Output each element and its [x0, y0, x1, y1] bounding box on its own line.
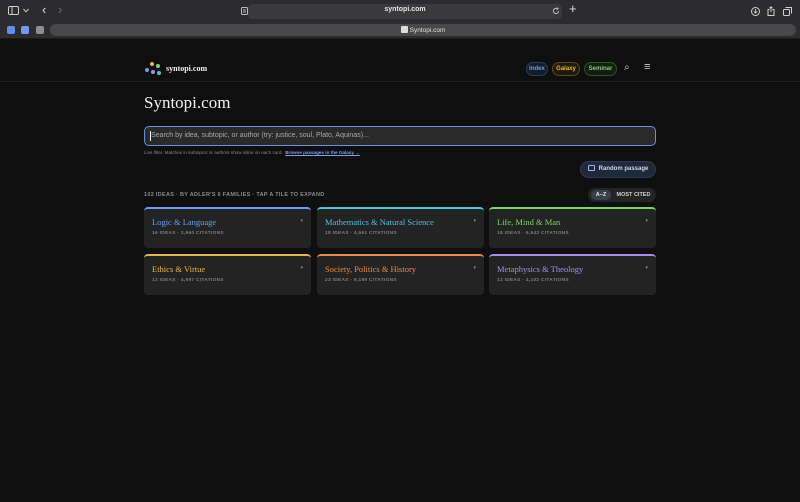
expand-icon: ▾ [473, 218, 476, 224]
expand-icon: ▾ [300, 218, 303, 224]
back-icon[interactable]: ‹ [42, 3, 46, 17]
forward-icon[interactable]: › [58, 3, 62, 17]
browser-toolbar: ‹ › syntopi.com + Syntopi.com [0, 0, 800, 39]
download-icon[interactable] [751, 7, 760, 16]
chevron-down-icon[interactable] [23, 8, 29, 13]
family-name: Life, Mind & Man [497, 217, 561, 227]
expand-icon: ▾ [473, 265, 476, 271]
menu-icon[interactable]: ≡ [644, 61, 650, 73]
sort-most-cited[interactable]: MOST CITED [613, 190, 654, 200]
site-header [0, 40, 800, 82]
family-tile-life-mind-man[interactable]: Life, Mind & Man 18 IDEAS · 6,543 CITATI… [489, 207, 656, 248]
dice-icon [587, 165, 595, 171]
tabs-overview-icon[interactable] [783, 7, 792, 16]
site-favicon [400, 26, 408, 33]
share-icon[interactable] [767, 6, 775, 16]
address-bar[interactable]: syntopi.com [241, 4, 562, 19]
search-input[interactable]: Search by idea, subtopic, or author (try… [144, 126, 656, 146]
galaxy-link[interactable]: Browse passages in the Galaxy → [285, 150, 360, 155]
expand-icon: ▾ [645, 265, 648, 271]
family-name: Logic & Language [152, 217, 217, 227]
tab-title: Syntopi.com [409, 27, 446, 34]
family-tile-society-politics-history[interactable]: Society, Politics & History 23 IDEAS · 9… [317, 254, 484, 295]
bookmark-icon[interactable] [36, 26, 44, 34]
family-tile-ethics-virtue[interactable]: Ethics & Virtue 12 IDEAS · 4,697 CITATIO… [144, 254, 311, 295]
reload-icon[interactable] [552, 7, 560, 15]
plus-icon[interactable]: + [569, 2, 577, 16]
nav-seminar[interactable]: Seminar [584, 62, 617, 76]
url-text: syntopi.com [384, 6, 426, 13]
random-passage-label: Random passage [598, 166, 649, 172]
hint-text: Live filter. Matches in subtopics or aut… [144, 150, 283, 155]
tab-active[interactable]: Syntopi.com [50, 24, 796, 36]
random-passage-button[interactable]: Random passage [580, 161, 656, 178]
sort-toggle: A–Z MOST CITED [588, 188, 656, 202]
family-stats: 13 IDEAS · 4,102 CITATIONS [497, 278, 569, 283]
family-name: Society, Politics & History [325, 264, 417, 274]
nav-galaxy[interactable]: Galaxy [552, 62, 580, 76]
family-name: Ethics & Virtue [152, 264, 206, 274]
ideas-summary: 102 IDEAS · BY ADLER'S 6 FAMILIES · TAP … [144, 192, 325, 198]
family-tile-logic-language[interactable]: Logic & Language 16 IDEAS · 3,960 CITATI… [144, 207, 311, 248]
logo-icon[interactable] [145, 62, 161, 76]
family-stats: 23 IDEAS · 9,199 CITATIONS [325, 278, 397, 283]
family-tile-metaphysics-theology[interactable]: Metaphysics & Theology 13 IDEAS · 4,102 … [489, 254, 656, 295]
expand-icon: ▾ [300, 265, 303, 271]
family-stats: 18 IDEAS · 4,661 CITATIONS [325, 231, 397, 236]
sort-a-z[interactable]: A–Z [591, 190, 611, 200]
family-stats: 16 IDEAS · 3,960 CITATIONS [152, 231, 224, 236]
nav-index[interactable]: Index [526, 62, 548, 76]
search-hint: Live filter. Matches in subtopics or aut… [144, 150, 360, 155]
family-name: Metaphysics & Theology [497, 264, 584, 274]
sidebar-icon[interactable] [8, 6, 19, 15]
reader-icon[interactable] [241, 7, 248, 15]
bookmark-icon[interactable] [7, 26, 15, 34]
search-placeholder: Search by idea, subtopic, or author (try… [151, 132, 369, 139]
expand-icon: ▾ [645, 218, 648, 224]
family-name: Mathematics & Natural Science [325, 217, 434, 227]
page-title: Syntopi.com [144, 93, 231, 112]
family-stats: 18 IDEAS · 6,543 CITATIONS [497, 231, 569, 236]
search-icon[interactable]: ⌕ [624, 62, 630, 73]
family-stats: 12 IDEAS · 4,697 CITATIONS [152, 278, 224, 283]
family-tile-mathematics-natural-science[interactable]: Mathematics & Natural Science 18 IDEAS ·… [317, 207, 484, 248]
bookmark-icon[interactable] [21, 26, 29, 34]
brand-name[interactable]: syntopi.com [166, 64, 207, 73]
